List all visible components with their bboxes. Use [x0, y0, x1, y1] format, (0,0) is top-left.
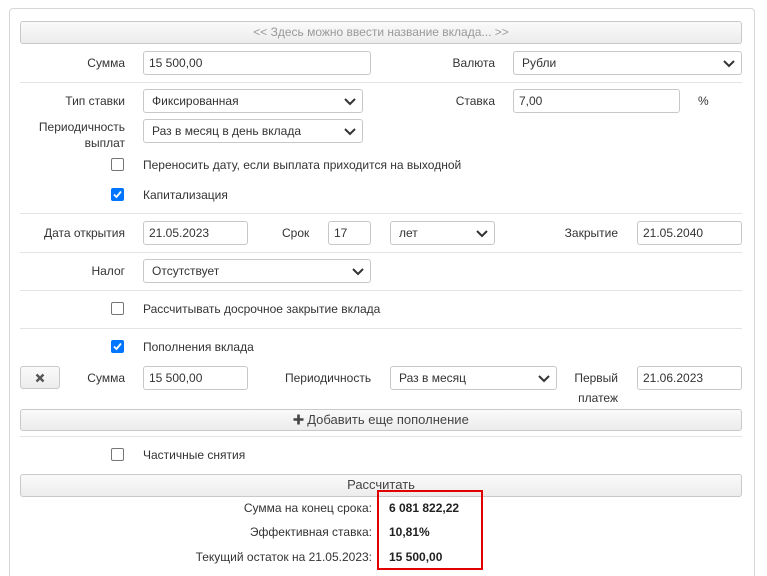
- term-input[interactable]: 17: [328, 221, 371, 245]
- divider: [20, 252, 742, 253]
- tax-label: Налог: [91, 264, 125, 278]
- deposit-sum-label: Сумма: [87, 371, 125, 385]
- end-sum-label: Сумма на конец срока:: [243, 501, 372, 515]
- chevron-down-icon: [344, 98, 356, 106]
- chevron-down-icon: [723, 60, 735, 68]
- close-date-input[interactable]: 21.05.2040: [637, 221, 742, 245]
- chevron-down-icon: [352, 268, 364, 276]
- deposits-label: Пополнения вклада: [143, 340, 254, 354]
- deposit-period-value: Раз в месяц: [399, 371, 466, 385]
- rate-type-value: Фиксированная: [152, 94, 239, 108]
- payout-label-line2: выплат: [84, 136, 125, 150]
- payout-select[interactable]: Раз в месяц в день вклада: [143, 119, 363, 143]
- sum-label: Сумма: [87, 56, 125, 70]
- deposits-checkbox[interactable]: [111, 340, 124, 353]
- term-unit-select[interactable]: лет: [390, 221, 495, 245]
- remove-deposit-button[interactable]: [20, 366, 60, 389]
- close-date-label: Закрытие: [564, 226, 618, 240]
- rate-type-select[interactable]: Фиксированная: [143, 89, 363, 113]
- first-payment-label-line1: Первый: [574, 371, 618, 385]
- open-date-label: Дата открытия: [43, 226, 125, 240]
- eff-rate-label: Эффективная ставка:: [249, 525, 372, 539]
- currency-select[interactable]: Рубли: [513, 51, 742, 75]
- deposit-period-label: Периодичность: [285, 371, 372, 385]
- divider: [20, 436, 742, 437]
- withdrawals-checkbox[interactable]: [111, 448, 124, 461]
- move-date-label: Переносить дату, если выплата приходится…: [143, 158, 462, 172]
- first-payment-input[interactable]: 21.06.2023: [637, 366, 742, 390]
- check-icon: [113, 342, 122, 351]
- divider: [20, 290, 742, 291]
- balance-label: Текущий остаток на 21.05.2023:: [195, 550, 372, 564]
- deposit-title-field[interactable]: << Здесь можно ввести название вклада...…: [20, 21, 742, 44]
- early-close-label: Рассчитывать досрочное закрытие вклада: [143, 302, 381, 316]
- add-deposit-label: Добавить еще пополнение: [307, 412, 469, 427]
- chevron-down-icon: [344, 128, 356, 136]
- deposit-period-select[interactable]: Раз в месяц: [390, 366, 557, 390]
- term-label: Срок: [282, 226, 310, 240]
- move-date-checkbox[interactable]: [111, 158, 124, 171]
- divider: [20, 213, 742, 214]
- tax-select[interactable]: Отсутствует: [143, 259, 371, 283]
- add-deposit-button[interactable]: Добавить еще пополнение: [20, 409, 742, 431]
- currency-value: Рубли: [522, 56, 557, 70]
- highlight-box: [377, 490, 483, 570]
- chevron-down-icon: [538, 375, 550, 383]
- plus-icon: [293, 414, 304, 425]
- chevron-down-icon: [476, 230, 488, 238]
- sum-input[interactable]: 15 500,00: [143, 51, 371, 75]
- term-unit-value: лет: [399, 226, 418, 240]
- deposit-title-placeholder: << Здесь можно ввести название вклада...…: [253, 25, 509, 39]
- rate-input[interactable]: 7,00: [513, 89, 680, 113]
- close-icon: [35, 373, 45, 383]
- divider: [20, 82, 742, 83]
- divider: [20, 328, 742, 329]
- rate-unit: %: [698, 94, 709, 108]
- capitalization-label: Капитализация: [143, 188, 228, 202]
- rate-type-label: Тип ставки: [65, 94, 125, 108]
- withdrawals-label: Частичные снятия: [143, 448, 246, 462]
- open-date-input[interactable]: 21.05.2023: [143, 221, 248, 245]
- payout-value: Раз в месяц в день вклада: [152, 124, 302, 138]
- tax-value: Отсутствует: [152, 264, 220, 278]
- deposit-sum-input[interactable]: 15 500,00: [143, 366, 248, 390]
- rate-label: Ставка: [455, 94, 495, 108]
- capitalization-checkbox[interactable]: [111, 188, 124, 201]
- early-close-checkbox[interactable]: [111, 302, 124, 315]
- first-payment-label-line2: платеж: [578, 391, 618, 405]
- currency-label: Валюта: [452, 56, 495, 70]
- check-icon: [113, 190, 122, 199]
- payout-label-line1: Периодичность: [38, 120, 125, 134]
